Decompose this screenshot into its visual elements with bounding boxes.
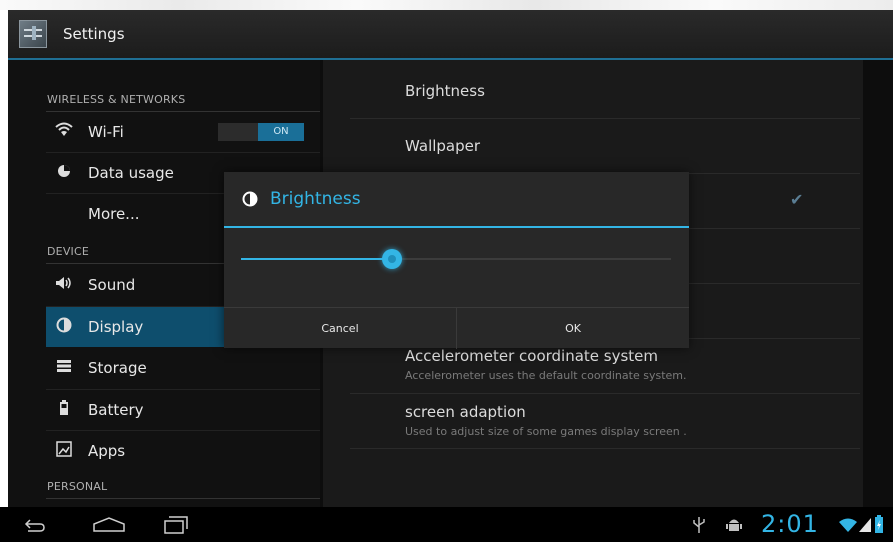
sidebar-item-label: Display [88, 318, 144, 336]
dialog-header: Brightness [224, 172, 689, 228]
speaker-icon [54, 275, 74, 295]
setting-title: Brightness [405, 82, 485, 100]
setting-title: Wallpaper [405, 137, 481, 155]
sidebar-item-apps[interactable]: Apps [46, 431, 320, 471]
setting-title: screen adaption [405, 403, 526, 421]
ok-button[interactable]: OK [457, 308, 689, 349]
brightness-slider[interactable] [241, 249, 671, 269]
recent-apps-icon[interactable] [162, 515, 190, 535]
sidebar-item-label: Battery [88, 401, 144, 419]
action-bar: Settings [8, 10, 893, 60]
checkbox-checked-icon[interactable]: ✔ [790, 190, 803, 209]
sidebar-item-label: Storage [88, 359, 147, 377]
brightness-icon [242, 191, 258, 207]
sidebar-item-label: Wi-Fi [88, 123, 124, 141]
sidebar-item-battery[interactable]: Battery [46, 390, 320, 430]
tablet-screen: Settings WIRELESS & NETWORKS Wi-Fi ON Da… [8, 10, 893, 507]
setting-summary: Used to adjust size of some games displa… [405, 425, 687, 438]
wifi-toggle-on: ON [258, 123, 304, 141]
home-icon[interactable] [92, 516, 126, 533]
section-header-personal: PERSONAL [47, 480, 108, 493]
sidebar-item-label: Apps [88, 442, 126, 460]
section-header-device: DEVICE [47, 245, 90, 258]
divider [350, 393, 860, 394]
status-clock: 2:01 [761, 510, 819, 538]
slider-fill [241, 258, 392, 260]
back-icon[interactable] [24, 517, 46, 533]
wifi-toggle[interactable]: ON [218, 123, 304, 141]
setting-title: Accelerometer coordinate system [405, 347, 659, 365]
wifi-icon [54, 122, 74, 142]
divider [350, 118, 860, 119]
dialog-button-bar: Cancel OK [224, 307, 689, 349]
divider [350, 448, 860, 449]
battery-charging-icon [875, 515, 883, 533]
setting-brightness[interactable]: Brightness [405, 82, 485, 100]
battery-icon [54, 400, 74, 420]
sidebar-item-storage[interactable]: Storage [46, 348, 320, 388]
brightness-icon [54, 317, 74, 337]
apps-icon [54, 441, 74, 461]
app-title: Settings [63, 25, 125, 43]
setting-summary: Accelerometer uses the default coordinat… [405, 369, 687, 382]
setting-accelerometer[interactable]: Accelerometer coordinate system Accelero… [405, 347, 687, 382]
cancel-button[interactable]: Cancel [224, 308, 457, 349]
android-debug-icon [726, 519, 742, 531]
sidebar-item-label: More... [88, 205, 140, 223]
data-usage-icon [54, 163, 74, 183]
dialog-title: Brightness [270, 189, 361, 209]
top-border [0, 0, 893, 10]
divider [46, 498, 320, 499]
setting-screen-adaption[interactable]: screen adaption Used to adjust size of s… [405, 403, 687, 438]
setting-wallpaper[interactable]: Wallpaper [405, 137, 480, 155]
wifi-signal-icon [839, 518, 857, 532]
section-header-wireless: WIRELESS & NETWORKS [47, 93, 186, 106]
cell-signal-icon [859, 518, 871, 532]
sidebar-item-label: Sound [88, 276, 136, 294]
slider-thumb[interactable] [381, 249, 402, 269]
storage-icon [54, 358, 74, 378]
sidebar-item-label: Data usage [88, 164, 174, 182]
usb-icon [693, 517, 705, 533]
system-navigation-bar: 2:01 [0, 507, 893, 542]
brightness-dialog: Brightness Cancel OK [224, 172, 689, 349]
settings-app-icon[interactable] [19, 20, 47, 48]
